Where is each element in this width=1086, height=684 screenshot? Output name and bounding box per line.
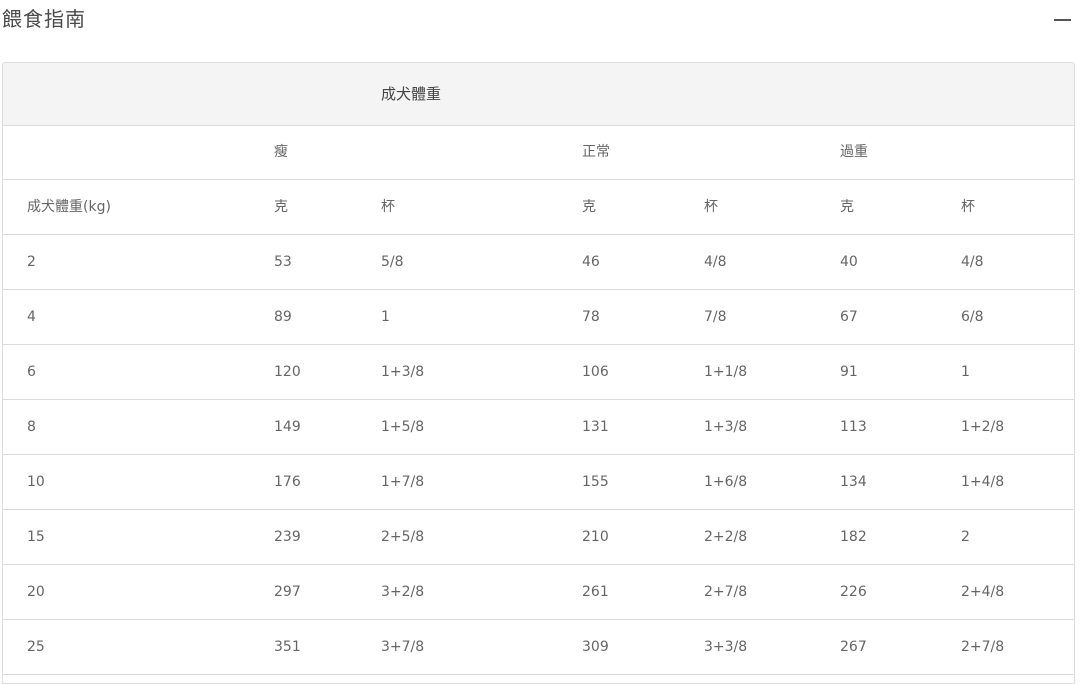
column-header-cups: 杯 — [704, 199, 718, 215]
table-cell: 1+7/8 — [381, 474, 425, 490]
group-header-overweight: 過重 — [840, 144, 868, 160]
table-row: 8 149 1+5/8 131 1+3/8 113 1+2/8 — [3, 400, 1074, 455]
section-title: 餵食指南 — [2, 7, 86, 31]
column-header-grams: 克 — [582, 199, 596, 215]
table-cell: 261 — [582, 584, 609, 600]
table-cell: 1 — [961, 364, 970, 380]
table-cell: 67 — [840, 309, 858, 325]
table-cell: 6 — [27, 364, 36, 380]
column-header-weight: 成犬體重(kg) — [27, 199, 111, 215]
table-cell: 2+4/8 — [961, 584, 1005, 600]
group-header-row: 瘦 正常 過重 — [3, 125, 1074, 180]
table-cell: 1+3/8 — [381, 364, 425, 380]
table-cell: 1+6/8 — [704, 474, 748, 490]
table-cell: 20 — [27, 584, 45, 600]
table-cell: 3+2/8 — [381, 584, 425, 600]
table-cell: 149 — [274, 419, 301, 435]
table-cell: 1+1/8 — [704, 364, 748, 380]
table-cell: 89 — [274, 309, 292, 325]
column-header-row: 成犬體重(kg) 克 杯 克 杯 克 杯 — [3, 180, 1074, 235]
table-row: 6 120 1+3/8 106 1+1/8 91 1 — [3, 345, 1074, 400]
table-cell: 2 — [961, 529, 970, 545]
table-cell: 53 — [274, 254, 292, 270]
group-header-lean: 瘦 — [274, 144, 288, 160]
table-cell: 113 — [840, 419, 867, 435]
table-cell: 7/8 — [704, 309, 727, 325]
column-header-cups: 杯 — [381, 199, 395, 215]
table-cell: 4 — [27, 309, 36, 325]
table-caption-row: 成犬體重 — [3, 63, 1074, 126]
table-cell: 1+4/8 — [961, 474, 1005, 490]
table-cell: 78 — [582, 309, 600, 325]
table-cell: 10 — [27, 474, 45, 490]
table-cell: 1+5/8 — [381, 419, 425, 435]
table-cell: 6/8 — [961, 309, 984, 325]
table-row: 15 239 2+5/8 210 2+2/8 182 2 — [3, 510, 1074, 565]
table-row: 25 351 3+7/8 309 3+3/8 267 2+7/8 — [3, 620, 1074, 675]
table-caption: 成犬體重 — [381, 85, 442, 103]
table-cell: 40 — [840, 254, 858, 270]
table-cell: 91 — [840, 364, 858, 380]
table-cell: 134 — [840, 474, 867, 490]
group-header-normal: 正常 — [582, 144, 610, 160]
table-cell: 131 — [582, 419, 609, 435]
table-cell: 1 — [381, 309, 390, 325]
column-header-cups: 杯 — [961, 199, 975, 215]
minus-icon[interactable] — [1053, 10, 1073, 30]
column-header-grams: 克 — [274, 199, 288, 215]
table-cell: 46 — [582, 254, 600, 270]
table-cell: 2 — [27, 254, 36, 270]
table-cell: 120 — [274, 364, 301, 380]
table-cell: 2+7/8 — [704, 584, 748, 600]
table-cell: 1+2/8 — [961, 419, 1005, 435]
feeding-guide-table: 成犬體重 瘦 正常 過重 成犬體重(kg) 克 杯 克 杯 克 杯 2 53 5/8… — [2, 62, 1075, 684]
table-cell: 15 — [27, 529, 45, 545]
table-cell: 5/8 — [381, 254, 404, 270]
table-cell: 182 — [840, 529, 867, 545]
table-cell: 239 — [274, 529, 301, 545]
table-cell: 2+5/8 — [381, 529, 425, 545]
table-cell: 4/8 — [961, 254, 984, 270]
section-header[interactable]: 餵食指南 — [0, 0, 1086, 40]
table-row: 20 297 3+2/8 261 2+7/8 226 2+4/8 — [3, 565, 1074, 620]
column-header-grams: 克 — [840, 199, 854, 215]
table-cell: 176 — [274, 474, 301, 490]
table-cell: 297 — [274, 584, 301, 600]
table-row: 10 176 1+7/8 155 1+6/8 134 1+4/8 — [3, 455, 1074, 510]
table-cell: 2+2/8 — [704, 529, 748, 545]
table-cell: 226 — [840, 584, 867, 600]
table-cell: 106 — [582, 364, 609, 380]
table-cell: 1+3/8 — [704, 419, 748, 435]
table-cell: 4/8 — [704, 254, 727, 270]
table-row: 2 53 5/8 46 4/8 40 4/8 — [3, 235, 1074, 290]
table-cell: 8 — [27, 419, 36, 435]
table-cell: 210 — [582, 529, 609, 545]
table-row: 4 89 1 78 7/8 67 6/8 — [3, 290, 1074, 345]
table-cell: 155 — [582, 474, 609, 490]
